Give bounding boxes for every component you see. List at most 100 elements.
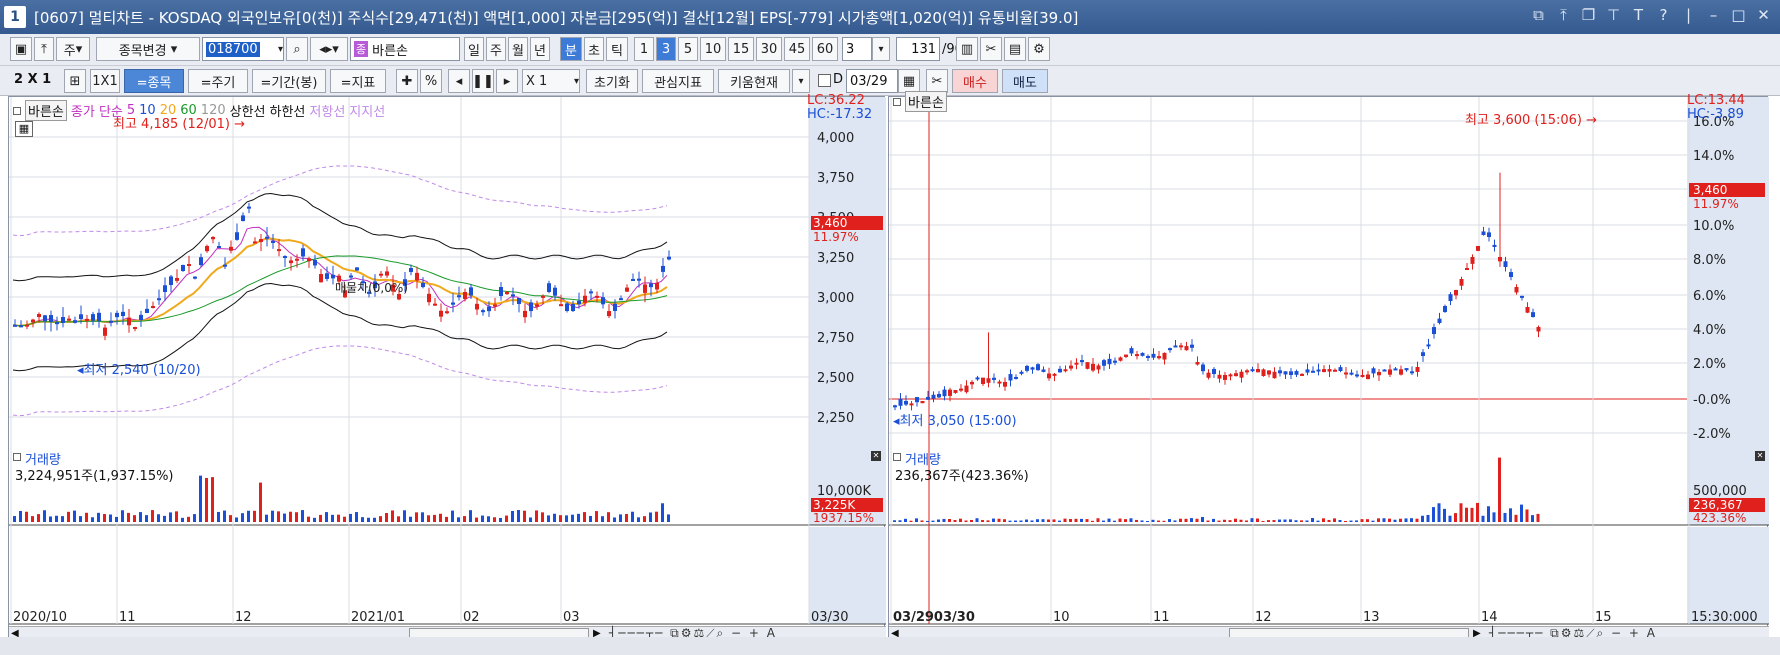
next-icon[interactable]: ▸ xyxy=(496,69,518,93)
calendar-icon[interactable]: ▦ xyxy=(898,69,920,93)
prev-icon[interactable]: ◂ xyxy=(448,69,470,93)
grid-icon[interactable]: ⊞ xyxy=(64,69,86,93)
left-stock-name[interactable]: 바른손 xyxy=(25,100,67,121)
copy-icon[interactable]: ❐ xyxy=(1580,6,1597,24)
indicator-icon[interactable]: ▥ xyxy=(956,37,978,61)
period-month[interactable]: 월 xyxy=(508,37,528,61)
right-volume-close-icon[interactable]: ✕ xyxy=(1755,451,1765,461)
sound-icon[interactable]: ◂▸▾ xyxy=(310,37,348,61)
help-icon[interactable]: ? xyxy=(1655,6,1672,24)
layout-icon[interactable]: ▣ xyxy=(10,37,32,61)
period-year[interactable]: 년 xyxy=(530,37,550,61)
right-volume-bar xyxy=(1036,519,1039,522)
crosshair-icon[interactable]: ✚ xyxy=(396,69,418,93)
reset-button[interactable]: 초기화 xyxy=(586,69,638,93)
right-candle-body xyxy=(1256,369,1260,373)
pause-icon[interactable]: ❚❚ xyxy=(472,69,494,93)
maximize-icon[interactable]: □ xyxy=(1730,6,1747,24)
minute-15[interactable]: 15 xyxy=(728,37,754,61)
period-day[interactable]: 일 xyxy=(464,37,484,61)
left-volume-toggle-icon[interactable] xyxy=(13,453,21,461)
right-volume-bar xyxy=(1047,519,1050,522)
right-stock-toggle-icon[interactable] xyxy=(893,97,901,106)
kiwoom-current-button[interactable]: 키움현재 xyxy=(718,69,790,93)
interest-indicator-button[interactable]: 관심지표 xyxy=(642,69,714,93)
left-candle-body xyxy=(625,287,629,292)
search-icon[interactable]: ⌕ xyxy=(286,37,308,61)
minimize-icon[interactable]: – xyxy=(1705,6,1722,24)
left-candle-body xyxy=(133,327,137,329)
close-icon[interactable]: ✕ xyxy=(1755,6,1772,24)
pin-icon[interactable]: ⤒ xyxy=(1555,6,1572,24)
left-candle-body xyxy=(535,304,539,307)
count-input[interactable]: 131 xyxy=(896,37,940,61)
left-candle-body xyxy=(79,314,83,320)
sync-stock-button[interactable]: =종목 xyxy=(124,69,184,93)
period-minute[interactable]: 분 xyxy=(560,37,582,61)
left-volume-bar xyxy=(241,513,244,522)
left-candle-body xyxy=(103,327,107,336)
sync-indicator-button[interactable]: =지표 xyxy=(330,69,386,93)
right-candle-body xyxy=(1228,374,1233,377)
percent-icon[interactable]: % xyxy=(420,69,442,93)
sell-button[interactable]: 매도 xyxy=(1002,69,1048,93)
minute-10[interactable]: 10 xyxy=(700,37,726,61)
date-input[interactable]: 03/29 xyxy=(846,69,898,93)
left-candle-body xyxy=(205,245,209,252)
layout-1x1-button[interactable]: 1X1 xyxy=(90,69,120,93)
buy-button[interactable]: 매수 xyxy=(952,69,998,93)
left-stock-toggle-icon[interactable] xyxy=(13,106,21,115)
link-icon[interactable]: ⧉ xyxy=(1530,6,1547,24)
stock-change-select[interactable]: 종목변경 ▾ xyxy=(96,37,200,61)
stock-type-select[interactable]: 주 ▾ xyxy=(56,37,90,61)
pin-toolbar-icon[interactable]: ⤒ xyxy=(34,37,54,61)
right-volume-bar xyxy=(1217,520,1221,522)
right-chart-svg[interactable]: 16.0%14.0%12.0%10.0%8.0%6.0%4.0%2.0%-0.0… xyxy=(889,97,1769,642)
left-volume-bar xyxy=(295,512,298,522)
right-min-text: 최저 3,050 (15:00) xyxy=(899,414,1017,429)
gear-icon[interactable]: ⚙ xyxy=(1028,37,1050,61)
left-volume-close-icon[interactable]: ✕ xyxy=(871,451,881,461)
left-candle-body xyxy=(97,312,101,321)
sync-period-button[interactable]: =기간(봉) xyxy=(252,69,326,93)
right-candle-body xyxy=(1003,381,1007,387)
minute-45[interactable]: 45 xyxy=(784,37,810,61)
interval-input[interactable]: 3 xyxy=(842,37,872,61)
minute-5[interactable]: 5 xyxy=(678,37,698,61)
draw-icon[interactable]: ✂ xyxy=(980,37,1002,61)
minute-60[interactable]: 60 xyxy=(812,37,838,61)
period-tick[interactable]: 틱 xyxy=(606,37,628,61)
right-candle-body xyxy=(1470,257,1475,264)
minute-3[interactable]: 3 xyxy=(656,37,676,61)
right-stock-name[interactable]: 바른손 xyxy=(905,91,947,112)
right-y-tick: 6.0% xyxy=(1693,289,1726,304)
period-second[interactable]: 초 xyxy=(584,37,604,61)
kiwoom-dropdown-icon[interactable]: ▾ xyxy=(792,69,810,93)
top-icon[interactable]: ⊤ xyxy=(1605,6,1622,24)
right-y-tick: 4.0% xyxy=(1693,323,1726,338)
left-volume-bar xyxy=(223,510,226,522)
stock-code-input[interactable]: 018700 ▾ xyxy=(202,37,284,61)
right-volume-bar xyxy=(1129,518,1133,522)
right-candle-body xyxy=(1063,369,1068,372)
sync-cycle-button[interactable]: =주기 xyxy=(188,69,248,93)
left-candle-body xyxy=(31,319,35,323)
right-candle-body xyxy=(1250,369,1255,372)
right-volume-toggle-icon[interactable] xyxy=(893,453,901,461)
multiplier-select[interactable]: X 1 ▾ xyxy=(522,69,580,93)
scissors-icon[interactable]: ✂ xyxy=(926,69,948,93)
right-volume-bar xyxy=(1327,519,1331,522)
left-candle-body xyxy=(613,303,617,311)
minute-1[interactable]: 1 xyxy=(634,37,654,61)
font-icon[interactable]: T xyxy=(1630,6,1647,24)
minute-30[interactable]: 30 xyxy=(756,37,782,61)
save-icon[interactable]: ▤ xyxy=(1004,37,1026,61)
left-table-icon[interactable]: ▦ xyxy=(15,121,33,137)
right-volume-bar xyxy=(1107,518,1111,522)
period-week[interactable]: 주 xyxy=(486,37,506,61)
stock-name-field[interactable]: 종 바른손 xyxy=(350,37,460,61)
left-volume-bar xyxy=(589,515,592,522)
left-volume-bar xyxy=(643,516,646,522)
interval-dropdown-icon[interactable]: ▾ xyxy=(872,37,890,61)
date-checkbox[interactable] xyxy=(818,74,831,87)
